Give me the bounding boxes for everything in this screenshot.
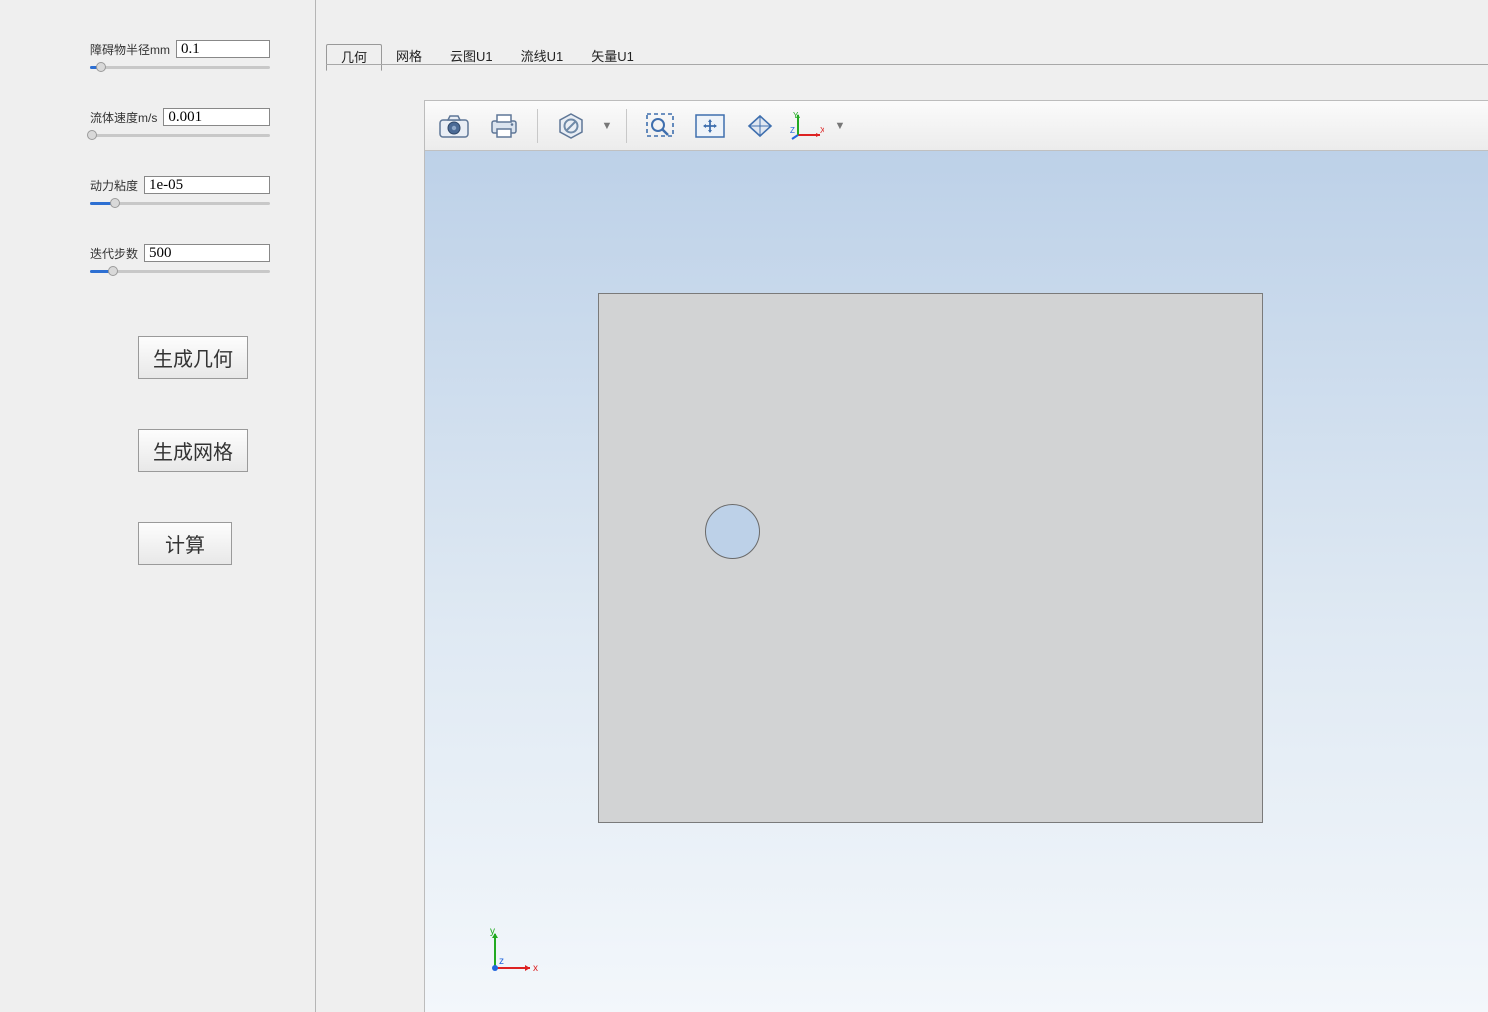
orientation-triad: x y z <box>475 926 545 984</box>
view-tabs: 几何 网格 云图U1 流线U1 矢量U1 <box>326 44 648 71</box>
vertical-divider <box>315 0 316 1012</box>
toolbar-separator <box>537 109 538 143</box>
param-obstacle-radius: 障碍物半径mm <box>90 40 270 72</box>
svg-text:Y: Y <box>793 111 799 120</box>
param-label: 障碍物半径mm <box>90 41 170 58</box>
axes-icon: X Y Z <box>790 111 824 141</box>
sidebar: 障碍物半径mm 流体速度m/s 动力粘度 <box>0 0 300 1012</box>
param-label: 动力粘度 <box>90 177 138 194</box>
param-label: 迭代步数 <box>90 245 138 262</box>
param-iterations: 迭代步数 <box>90 244 270 276</box>
param-fluid-velocity: 流体速度m/s <box>90 108 270 140</box>
tab-vector-u1[interactable]: 矢量U1 <box>577 44 648 71</box>
generate-geometry-button[interactable]: 生成几何 <box>138 336 248 379</box>
rotate-button[interactable] <box>737 106 783 146</box>
print-icon <box>489 113 519 139</box>
print-button[interactable] <box>481 106 527 146</box>
viscosity-input[interactable] <box>144 176 270 194</box>
svg-text:Z: Z <box>790 126 795 135</box>
rotate-icon <box>745 112 775 140</box>
axis-z-label: z <box>499 956 504 967</box>
viewer-panel: ▼ X <box>424 100 1488 1012</box>
nodata-icon <box>557 112 585 140</box>
tab-contour-u1[interactable]: 云图U1 <box>436 44 507 71</box>
axis-x-label: x <box>533 963 538 974</box>
viewer-toolbar: ▼ X <box>425 101 1488 151</box>
fit-view-button[interactable] <box>687 106 733 146</box>
zoom-box-button[interactable] <box>637 106 683 146</box>
obstacle-radius-slider[interactable] <box>90 62 270 72</box>
tab-streamline-u1[interactable]: 流线U1 <box>507 44 578 71</box>
tab-mesh[interactable]: 网格 <box>382 44 436 71</box>
generate-mesh-button[interactable]: 生成网格 <box>138 429 248 472</box>
render-canvas[interactable]: x y z <box>425 151 1488 1012</box>
param-viscosity: 动力粘度 <box>90 176 270 208</box>
axes-button[interactable]: X Y Z <box>787 106 827 146</box>
action-buttons: 生成几何 生成网格 计算 <box>90 336 270 565</box>
geometry-obstacle-circle <box>705 504 760 559</box>
iterations-slider[interactable] <box>90 266 270 276</box>
iterations-input[interactable] <box>144 244 270 262</box>
fluid-velocity-input[interactable] <box>163 108 270 126</box>
pan-icon <box>694 113 726 139</box>
fluid-velocity-slider[interactable] <box>90 130 270 140</box>
tab-geometry[interactable]: 几何 <box>326 44 382 71</box>
zoom-box-icon <box>645 112 675 140</box>
obstacle-radius-input[interactable] <box>176 40 270 58</box>
svg-text:X: X <box>820 126 824 135</box>
geometry-domain-rect <box>598 293 1263 823</box>
compute-button[interactable]: 计算 <box>138 522 232 565</box>
screenshot-button[interactable] <box>431 106 477 146</box>
toolbar-separator <box>626 109 627 143</box>
axis-y-label: y <box>490 926 495 937</box>
nodata-dropdown[interactable]: ▼ <box>598 120 616 132</box>
tabs-underline <box>326 64 1488 65</box>
nodata-button[interactable] <box>548 106 594 146</box>
camera-icon <box>439 114 469 138</box>
axes-dropdown[interactable]: ▼ <box>831 120 849 132</box>
param-label: 流体速度m/s <box>90 109 157 126</box>
viscosity-slider[interactable] <box>90 198 270 208</box>
